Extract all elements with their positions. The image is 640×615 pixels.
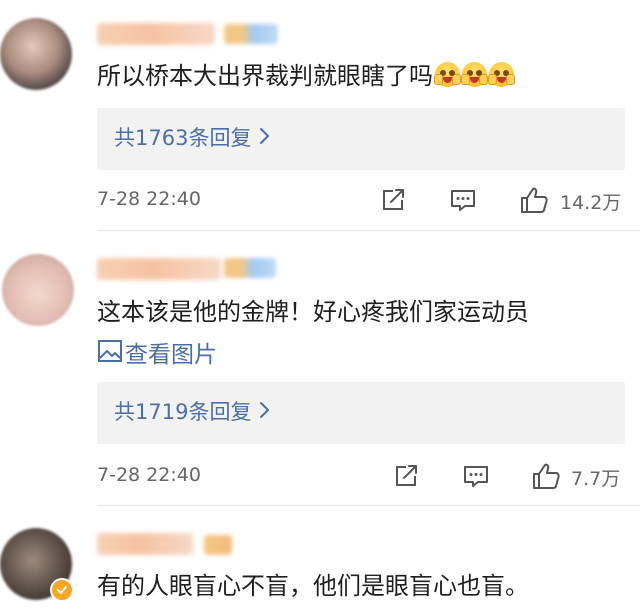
share-icon[interactable]	[392, 462, 420, 490]
view-image-label: 查看图片	[125, 342, 217, 368]
grimacing-face-emoji	[488, 62, 515, 87]
divider	[97, 230, 640, 231]
chevron-right-icon	[259, 398, 271, 426]
reply-link[interactable]: 共1719条回复	[114, 398, 271, 426]
username[interactable]	[97, 23, 215, 45]
grimacing-face-emoji	[461, 62, 488, 87]
username[interactable]	[97, 258, 221, 280]
comment-text: 这本该是他的金牌！好心疼我们家运动员	[97, 296, 529, 328]
image-icon	[97, 338, 123, 372]
comment-icon[interactable]	[462, 462, 490, 490]
like-count: 7.7万	[571, 468, 621, 490]
share-icon[interactable]	[379, 186, 407, 214]
like-icon[interactable]	[531, 462, 560, 490]
comment-text-content: 所以桥本大出界裁判就眼瞎了吗	[97, 62, 433, 90]
reply-link[interactable]: 共1763条回复	[114, 124, 271, 152]
comment-meta: 7-28 22:40 7.7万	[97, 462, 625, 492]
verified-badge-icon	[50, 578, 74, 602]
comment-text-content: 有的人眼盲心不盲，他们是眼盲心也盲。	[97, 572, 529, 600]
grimacing-face-emoji	[434, 62, 461, 87]
username[interactable]	[97, 533, 193, 555]
user-badge	[224, 258, 276, 278]
divider	[97, 505, 640, 506]
user-badge	[204, 535, 232, 555]
reply-count-label: 共1763条回复	[114, 126, 252, 150]
avatar[interactable]	[0, 18, 72, 90]
chevron-right-icon	[259, 124, 271, 152]
reply-count-label: 共1719条回复	[114, 400, 252, 424]
comment-icon[interactable]	[449, 186, 477, 214]
like-count: 14.2万	[560, 192, 622, 214]
user-badge	[224, 24, 278, 44]
reply-box[interactable]: 共1719条回复	[97, 382, 625, 444]
like-icon[interactable]	[519, 186, 548, 214]
timestamp: 7-28 22:40	[97, 464, 201, 486]
comment-text-content: 这本该是他的金牌！好心疼我们家运动员	[97, 298, 529, 326]
reply-box[interactable]: 共1763条回复	[97, 108, 625, 170]
emoji-group	[434, 62, 515, 87]
comment-meta: 7-28 22:40 14.2万	[97, 186, 625, 216]
avatar[interactable]	[2, 254, 74, 326]
timestamp: 7-28 22:40	[97, 188, 201, 210]
comment-text: 所以桥本大出界裁判就眼瞎了吗	[97, 60, 515, 92]
view-image-link[interactable]: 查看图片	[97, 338, 217, 372]
comment-text: 有的人眼盲心不盲，他们是眼盲心也盲。	[97, 570, 529, 602]
